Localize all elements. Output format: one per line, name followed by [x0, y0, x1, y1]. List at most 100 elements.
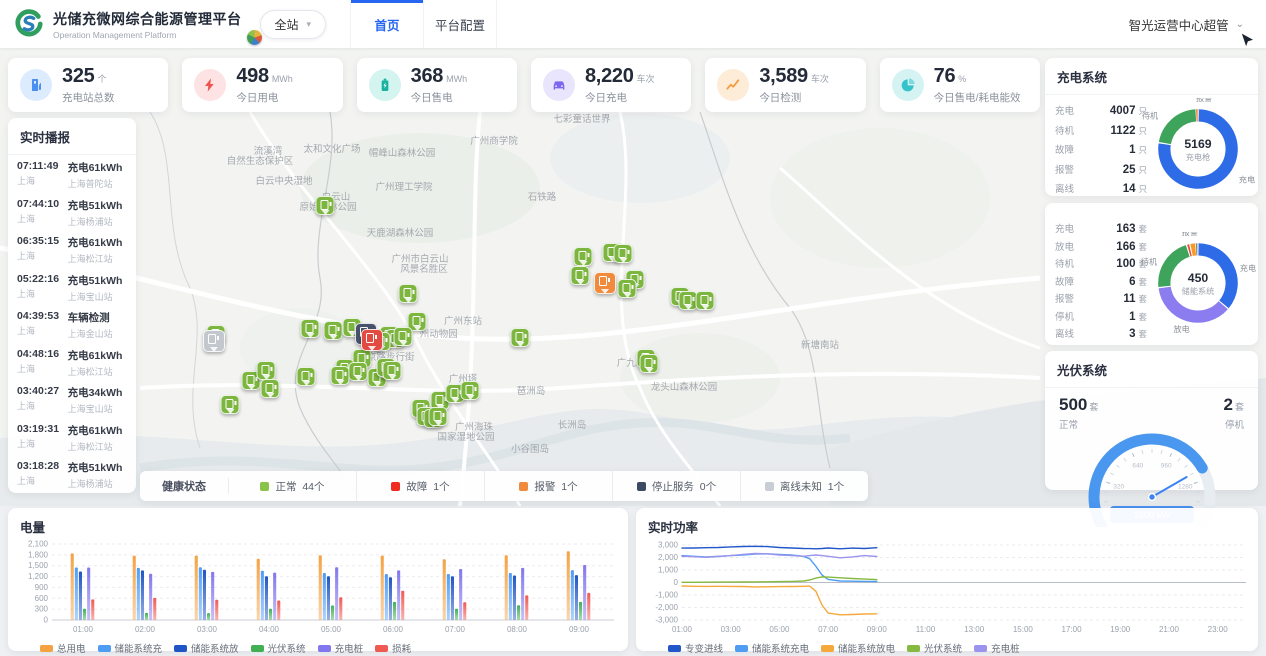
svg-text:11:00: 11:00 [916, 625, 936, 634]
legend-item-储能系统充[interactable]: 储能系统充 [98, 641, 163, 655]
map-place-label: 风景名胜区 [400, 261, 448, 275]
charging-pile-glyph [302, 371, 310, 381]
legend-item-储能系统放电[interactable]: 储能系统放电 [821, 641, 895, 655]
kpi-label: 充电站总数 [62, 90, 115, 105]
svg-text:1,500: 1,500 [28, 561, 49, 570]
svg-text:充电: 充电 [1238, 175, 1254, 185]
stat-row-待机: 待机1122只 [1055, 123, 1147, 143]
station-marker-normal[interactable] [257, 361, 276, 380]
station-marker-normal[interactable] [429, 407, 448, 426]
power-line-chart: -3,000-2,000-1,00001,0002,0003,00001:000… [636, 538, 1258, 640]
energy-chart-legend: 总用电储能系统充储能系统放光伏系统充电桩损耗 [8, 640, 628, 655]
station-marker-alarm[interactable] [594, 272, 616, 294]
station-marker-normal[interactable] [221, 395, 240, 414]
stat-row-放电: 放电166套 [1055, 239, 1147, 257]
legend-item-储能系统放[interactable]: 储能系统放 [174, 641, 239, 655]
health-legend-item: 故障 1个 [357, 471, 485, 501]
kpi-value: 8,220 [585, 65, 634, 87]
pv-system-title: 光伏系统 [1045, 351, 1258, 388]
svg-text:600: 600 [35, 594, 49, 603]
pv-normal-value: 500 [1059, 395, 1087, 414]
station-selector[interactable]: 全站 ▾ [260, 10, 327, 39]
legend-item-总用电[interactable]: 总用电 [40, 641, 86, 655]
tab-platform-config[interactable]: 平台配置 [423, 0, 497, 48]
station-marker-normal[interactable] [399, 284, 418, 303]
charging-pile-glyph [226, 399, 234, 409]
station-marker-normal[interactable] [618, 279, 637, 298]
svg-text:待机: 待机 [1140, 257, 1156, 267]
charging-pile-glyph [413, 316, 421, 326]
station-marker-normal[interactable] [640, 354, 659, 373]
svg-text:13:00: 13:00 [964, 625, 985, 634]
station-marker-normal[interactable] [383, 361, 402, 380]
legend-item-专变进线[interactable]: 专变进线 [668, 641, 723, 655]
legend-item-充电桩[interactable]: 充电桩 [974, 641, 1020, 655]
legend-item-充电桩[interactable]: 充电桩 [318, 641, 364, 655]
map-place-label: 广州商学院 [470, 133, 518, 147]
map-place-label: 七彩童话世界 [553, 111, 610, 125]
kpi-unit: 车次 [811, 74, 829, 84]
station-marker-normal[interactable] [511, 328, 530, 347]
storage-system-panel: 充电163套放电166套待机100套故障6套报警11套停机1套离线3套 450储… [1045, 203, 1258, 345]
health-legend-item: 报警 1个 [485, 471, 613, 501]
app-logo: 光储充微网综合能源管理平台 Operation Management Platf… [0, 9, 242, 40]
svg-text:-1,000: -1,000 [655, 591, 678, 600]
charging-pile-glyph [466, 385, 474, 395]
legend-item-储能系统充电[interactable]: 储能系统充电 [735, 641, 809, 655]
stat-row-停机: 停机1套 [1055, 309, 1147, 327]
station-marker-normal[interactable] [261, 379, 280, 398]
mouse-cursor [1240, 33, 1254, 49]
station-marker-normal[interactable] [574, 247, 593, 266]
charging-pile-glyph [262, 365, 270, 375]
stat-row-离线: 离线3套 [1055, 326, 1147, 344]
station-marker-fault[interactable] [361, 329, 383, 351]
legend-color-chip [251, 645, 264, 652]
station-marker-offline[interactable] [203, 330, 225, 352]
legend-item-光伏系统[interactable]: 光伏系统 [907, 641, 962, 655]
station-marker-normal[interactable] [324, 321, 343, 340]
svg-text:03:00: 03:00 [721, 625, 742, 634]
svg-text:待机: 待机 [1141, 110, 1157, 120]
station-marker-normal[interactable] [696, 291, 715, 310]
power-line-chart-card: 实时功率 -3,000-2,000-1,00001,0002,0003,0000… [636, 508, 1258, 651]
kpi-value: 76 [934, 65, 956, 87]
legend-color-chip [40, 645, 53, 652]
legend-color-chip [974, 645, 987, 652]
svg-text:450: 450 [1187, 271, 1208, 285]
car-icon [543, 69, 575, 101]
svg-text:2,100: 2,100 [28, 540, 49, 549]
kpi-unit: MWh [272, 74, 293, 84]
svg-text:21:00: 21:00 [1159, 625, 1180, 634]
legend-item-损耗[interactable]: 损耗 [375, 641, 411, 655]
station-marker-normal[interactable] [461, 381, 480, 400]
pv-normal-unit: 套 [1089, 402, 1098, 412]
stat-row-充电: 充电4007只 [1055, 103, 1147, 123]
nav-tabs: 首页平台配置 [350, 0, 497, 48]
station-marker-normal[interactable] [297, 367, 316, 386]
user-menu[interactable]: 智光运营中心超管 ⌄ [1129, 0, 1244, 48]
station-marker-normal[interactable] [394, 327, 413, 346]
charging-pile-glyph [684, 295, 692, 305]
broadcast-item: 03:19:31上海充电61kWh上海松江站 [17, 423, 127, 453]
svg-text:5169: 5169 [1184, 137, 1211, 151]
svg-text:3,000: 3,000 [658, 541, 679, 550]
svg-text:1280: 1280 [1178, 484, 1193, 491]
station-marker-normal[interactable] [301, 319, 320, 338]
colorful-ball-icon [247, 30, 262, 45]
svg-text:02:00: 02:00 [135, 625, 156, 634]
station-marker-normal[interactable] [614, 244, 633, 263]
station-marker-normal[interactable] [349, 362, 368, 381]
charging-pile-glyph [599, 276, 607, 286]
svg-text:放电: 放电 [1173, 324, 1189, 334]
station-selector-label: 全站 [275, 16, 299, 33]
legend-item-光伏系统[interactable]: 光伏系统 [251, 641, 306, 655]
tab-home[interactable]: 首页 [350, 0, 423, 48]
station-marker-normal[interactable] [316, 196, 335, 215]
realtime-broadcast-panel: 实时播报 07:11:49上海充电61kWh上海普陀站07:44:10上海充电5… [8, 118, 136, 493]
charging-pile-glyph [404, 288, 412, 298]
station-marker-normal[interactable] [571, 266, 590, 285]
brand-logo-icon [14, 9, 44, 39]
station-marker-normal[interactable] [331, 366, 350, 385]
svg-text:充电枪: 充电枪 [1185, 152, 1209, 162]
broadcast-item: 04:48:16上海充电61kWh上海松江站 [17, 348, 127, 378]
